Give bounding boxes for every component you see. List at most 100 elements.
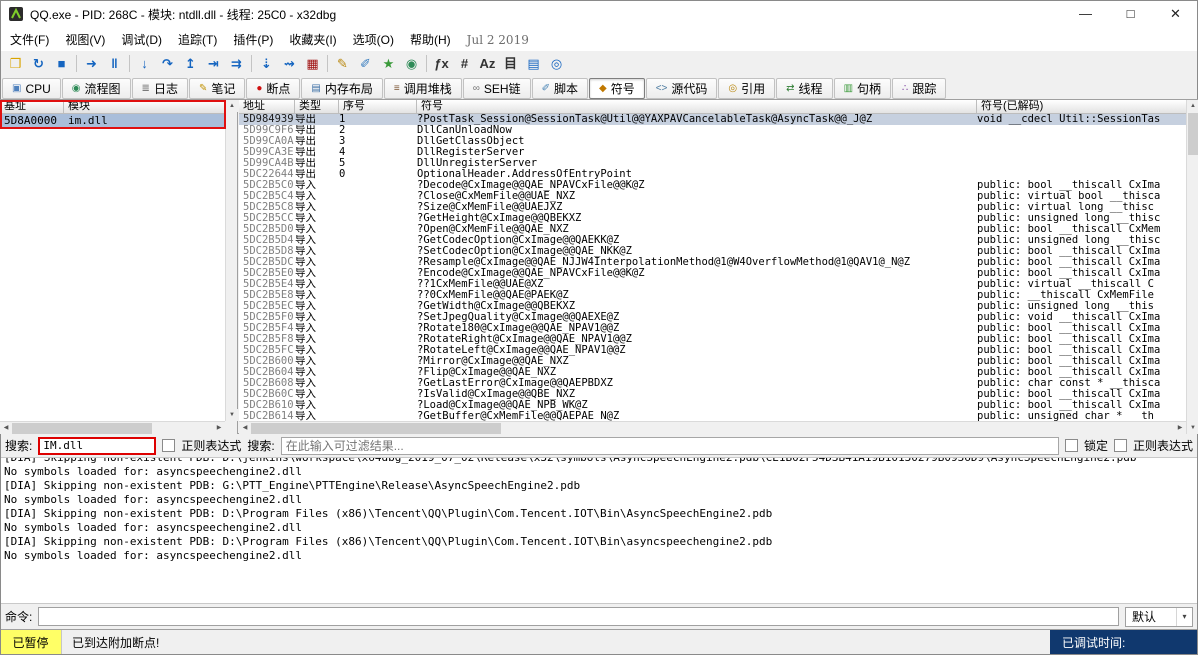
favourites-icon[interactable]: ★: [377, 53, 400, 74]
memory-grid-icon[interactable]: ▤: [522, 53, 545, 74]
cjk-table-icon[interactable]: 目: [499, 53, 522, 74]
window-finder-icon[interactable]: ◎: [545, 53, 568, 74]
symbols-header-decoded[interactable]: 符号(已解码): [977, 100, 1186, 114]
tab-log[interactable]: ≣日志: [132, 78, 188, 99]
lock-checkbox[interactable]: [1065, 439, 1078, 452]
close-button[interactable]: ✕: [1153, 0, 1198, 28]
module-filter-input[interactable]: [38, 437, 156, 455]
module-row[interactable]: 5D8A0000im.dll: [0, 114, 225, 128]
tab-breakpoints[interactable]: ●断点: [246, 78, 300, 99]
scroll-right-icon[interactable]: ▶: [1174, 422, 1186, 434]
symbol-row[interactable]: 5DC22644导出0OptionalHeader.AddressOfEntry…: [239, 169, 1186, 180]
symbols-header-type[interactable]: 类型: [295, 100, 339, 114]
menu-file[interactable]: 文件(F): [2, 28, 57, 51]
scroll-up-icon[interactable]: ▲: [226, 100, 238, 112]
scroll-right-icon[interactable]: ▶: [213, 422, 225, 434]
calculator-fx-icon[interactable]: ƒx: [430, 53, 453, 74]
symbol-row[interactable]: 5DC2B5F8导入?RotateRight@CxImage@@QAE_NPAV…: [239, 334, 1186, 345]
symbol-row[interactable]: 5DC2B5CC导入?GetHeight@CxImage@@QBEKXZpubl…: [239, 213, 1186, 224]
scroll-left-icon[interactable]: ◀: [239, 422, 251, 434]
minimize-button[interactable]: —: [1063, 0, 1108, 28]
menu-options[interactable]: 选项(O): [345, 28, 402, 51]
symbols-header-address[interactable]: 地址: [239, 100, 295, 114]
symbols-hscroll-thumb[interactable]: [251, 423, 501, 434]
tab-script[interactable]: ✐脚本: [532, 78, 588, 99]
command-input[interactable]: [38, 607, 1119, 626]
symbol-row[interactable]: 5DC2B5E4导入??1CxMemFile@@UAE@XZpublic: vi…: [239, 279, 1186, 290]
scroll-down-icon[interactable]: ▼: [1187, 422, 1198, 434]
result-filter-input[interactable]: [281, 437, 1059, 455]
symbol-row[interactable]: 5DC2B600导入?Mirror@CxImage@@QAE_NXZpublic…: [239, 356, 1186, 367]
symbol-row[interactable]: 5DC2B5DC导入?Resample@CxImage@@QAE_NJJW4In…: [239, 257, 1186, 268]
symbol-row[interactable]: 5DC2B5D4导入?GetCodecOption@CxImage@@QAEKK…: [239, 235, 1186, 246]
menu-debug[interactable]: 调试(D): [113, 28, 170, 51]
hash-icon[interactable]: #: [453, 53, 476, 74]
menu-plugins[interactable]: 插件(P): [225, 28, 281, 51]
tab-graph[interactable]: ◉流程图: [62, 78, 131, 99]
trace-over-icon[interactable]: ⇝: [278, 53, 301, 74]
symbol-row[interactable]: 5DC2B5F4导入?Rotate180@CxImage@@QAE_NPAV1@…: [239, 323, 1186, 334]
step-into-icon[interactable]: ↓: [133, 53, 156, 74]
tab-trace[interactable]: ∴跟踪: [892, 78, 946, 99]
open-file-icon[interactable]: ❒: [4, 53, 27, 74]
tab-references[interactable]: ◎引用: [718, 78, 775, 99]
menu-view[interactable]: 视图(V): [57, 28, 113, 51]
symbol-row[interactable]: 5DC2B5D0导入?Open@CxMemFile@@QAE_NXZpublic…: [239, 224, 1186, 235]
symbol-row[interactable]: 5D99CA4B导出5DllUnregisterServer: [239, 158, 1186, 169]
scroll-up-icon[interactable]: ▲: [1187, 100, 1198, 112]
command-mode-combobox[interactable]: 默认 ▾: [1125, 607, 1193, 627]
tab-threads[interactable]: ⇄线程: [776, 78, 832, 99]
animate-icon[interactable]: ▦: [301, 53, 324, 74]
tab-cpu[interactable]: ▣CPU: [2, 78, 61, 99]
step-out-icon[interactable]: ↥: [179, 53, 202, 74]
menu-favourites[interactable]: 收藏夹(I): [281, 28, 344, 51]
menu-trace[interactable]: 追踪(T): [170, 28, 225, 51]
symbol-row[interactable]: 5DC2B5E0导入?Encode@CxImage@@QAE_NPAVCxFil…: [239, 268, 1186, 279]
symbol-row[interactable]: 5D984939导出1?PostTask_Session@SessionTask…: [239, 114, 1186, 125]
scroll-left-icon[interactable]: ◀: [0, 422, 12, 434]
chevron-down-icon[interactable]: ▾: [1176, 608, 1192, 626]
symbol-row[interactable]: 5DC2B614导入?GetBuffer@CxMemFile@@QAEPAE_N…: [239, 411, 1186, 421]
symbols-vscrollbar[interactable]: ▲ ▼: [1186, 100, 1198, 434]
modules-hscrollbar[interactable]: ◀ ▶: [0, 421, 225, 434]
symbol-row[interactable]: 5DC2B610导入?Load@CxImage@@QAE_NPB_WK@Zpub…: [239, 400, 1186, 411]
tab-memory-map[interactable]: ▤内存布局: [301, 78, 382, 99]
modules-header-module[interactable]: 模块: [64, 100, 225, 114]
tab-notes[interactable]: ✎笔记: [189, 78, 245, 99]
maximize-button[interactable]: □: [1108, 0, 1153, 28]
restart-icon[interactable]: ↻: [27, 53, 50, 74]
trace-into-icon[interactable]: ⇣: [255, 53, 278, 74]
symbols-vscroll-thumb[interactable]: [1188, 113, 1198, 155]
modules-header-base[interactable]: 基址: [0, 100, 64, 114]
symbol-row[interactable]: 5D99CA0A导出3DllGetClassObject: [239, 136, 1186, 147]
symbol-row[interactable]: 5DC2B5E8导入??0CxMemFile@@QAE@PAEK@Zpublic…: [239, 290, 1186, 301]
symbol-row[interactable]: 5DC2B60C导入?IsValid@CxImage@@QBE_NXZpubli…: [239, 389, 1186, 400]
modules-vscrollbar[interactable]: ▲ ▼: [225, 100, 237, 421]
symbols-hscrollbar[interactable]: ◀ ▶: [239, 421, 1186, 434]
symbol-row[interactable]: 5DC2B5F0导入?SetJpegQuality@CxImage@@QAEXE…: [239, 312, 1186, 323]
menu-help[interactable]: 帮助(H): [402, 28, 459, 51]
script-icon[interactable]: ✐: [354, 53, 377, 74]
symbol-row[interactable]: 5DC2B5C8导入?Size@CxMemFile@@UAEJXZpublic:…: [239, 202, 1186, 213]
step-over-icon[interactable]: ↷: [156, 53, 179, 74]
patches-icon[interactable]: ✎: [331, 53, 354, 74]
symbol-row[interactable]: 5D99CA3E导出4DllRegisterServer: [239, 147, 1186, 158]
tab-source[interactable]: <>源代码: [646, 78, 718, 99]
symbol-row[interactable]: 5DC2B608导入?GetLastError@CxImage@@QAEPBDX…: [239, 378, 1186, 389]
run-icon[interactable]: ➜: [80, 53, 103, 74]
modules-hscroll-thumb[interactable]: [12, 423, 152, 434]
symbol-row[interactable]: 5DC2B5EC导入?GetWidth@CxImage@@QBEKXZpubli…: [239, 301, 1186, 312]
run-to-user-code-icon[interactable]: ⇉: [225, 53, 248, 74]
ascii-table-icon[interactable]: Az: [476, 53, 499, 74]
symbol-row[interactable]: 5DC2B5C0导入?Decode@CxImage@@QAE_NPAVCxFil…: [239, 180, 1186, 191]
symbols-header-symbol[interactable]: 符号: [417, 100, 977, 114]
scroll-down-icon[interactable]: ▼: [226, 409, 238, 421]
tab-symbols[interactable]: ◆符号: [589, 78, 645, 99]
pause-icon[interactable]: ‖: [103, 53, 126, 74]
symbols-header-ordinal[interactable]: 序号: [339, 100, 417, 114]
regex-checkbox[interactable]: [162, 439, 175, 452]
symbol-row[interactable]: 5DC2B5D8导入?SetCodecOption@CxImage@@QAE_N…: [239, 246, 1186, 257]
regex2-checkbox[interactable]: [1114, 439, 1127, 452]
settings-icon[interactable]: ◉: [400, 53, 423, 74]
tab-seh-chain[interactable]: ∞SEH链: [463, 78, 531, 99]
